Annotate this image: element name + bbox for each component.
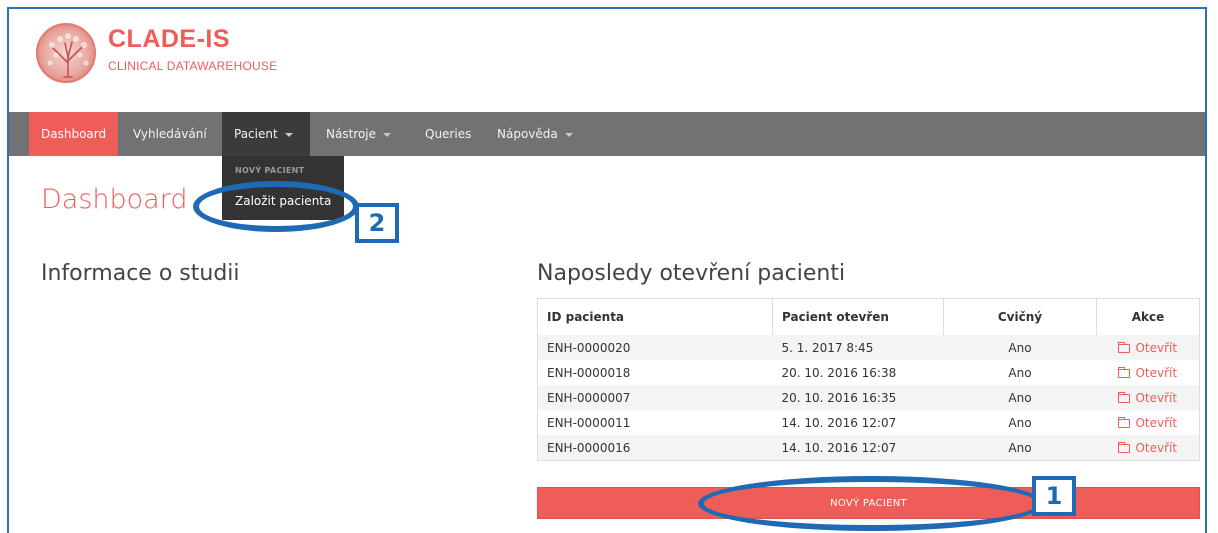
open-patient-link[interactable]: Otevřít (1118, 391, 1177, 405)
tree-logo-icon (36, 23, 96, 83)
nav-queries-label: Queries (425, 127, 472, 141)
table-header-row: ID pacienta Pacient otevřen Cvičný Akce (538, 299, 1199, 335)
open-link-label: Otevřít (1135, 440, 1178, 455)
brand-subtitle: CLINICAL DATAWAREHOUSE (108, 59, 278, 73)
patient-id-cell: ENH-0000011 (538, 410, 773, 435)
column-header: Pacient otevřen (772, 299, 944, 335)
folder-open-icon (1118, 416, 1131, 428)
brand-title: CLADE-IS (108, 25, 231, 53)
annotation-number-2: 2 (359, 207, 395, 239)
folder-open-icon (1118, 366, 1131, 378)
annotation-number-1: 1 (1036, 480, 1072, 512)
annotation-ellipse-2 (193, 181, 359, 232)
page-title: Dashboard (41, 184, 188, 215)
nav-search-label: Vyhledávání (133, 127, 207, 141)
nav-dashboard-label: Dashboard (41, 127, 107, 141)
open-patient-link[interactable]: Otevřít (1118, 416, 1177, 430)
practice-cell: Ano (943, 385, 1097, 410)
open-link-label: Otevřít (1135, 365, 1178, 380)
main-navbar: Dashboard Vyhledávání Pacient Nástroje Q… (9, 112, 1205, 156)
nav-search[interactable]: Vyhledávání (121, 112, 219, 156)
patient-id-cell: ENH-0000007 (538, 385, 773, 410)
table-row: ENH-0000016 14. 10. 2016 12:07 Ano Otevř… (538, 435, 1199, 460)
patient-id-cell: ENH-0000020 (538, 335, 773, 360)
opened-cell: 14. 10. 2016 12:07 (772, 410, 944, 435)
nav-dashboard[interactable]: Dashboard (29, 112, 119, 156)
patient-id-cell: ENH-0000018 (538, 360, 773, 385)
open-patient-link[interactable]: Otevřít (1118, 366, 1177, 380)
nav-queries[interactable]: Queries (413, 112, 483, 156)
nav-help-label: Nápověda (497, 127, 558, 141)
column-header: Cvičný (943, 299, 1097, 335)
nav-tools[interactable]: Nástroje (314, 112, 403, 156)
annotation-badge-2: 2 (355, 203, 399, 243)
patient-id-cell: ENH-0000016 (538, 435, 773, 460)
folder-open-icon (1118, 441, 1131, 453)
table-row: ENH-0000007 20. 10. 2016 16:35 Ano Otevř… (538, 385, 1199, 410)
opened-cell: 20. 10. 2016 16:38 (772, 360, 944, 385)
open-link-label: Otevřít (1135, 390, 1178, 405)
column-header: ID pacienta (538, 299, 773, 335)
practice-cell: Ano (943, 360, 1097, 385)
nav-patient[interactable]: Pacient (222, 112, 310, 156)
folder-open-icon (1118, 391, 1131, 403)
opened-cell: 5. 1. 2017 8:45 (772, 335, 944, 360)
folder-open-icon (1118, 341, 1131, 353)
practice-cell: Ano (943, 410, 1097, 435)
nav-help[interactable]: Nápověda (485, 112, 585, 156)
table-row: ENH-0000020 5. 1. 2017 8:45 Ano Otevřít (538, 335, 1199, 360)
nav-patient-label: Pacient (234, 127, 278, 141)
column-header: Akce (1096, 299, 1199, 335)
annotation-badge-1: 1 (1032, 476, 1076, 516)
opened-cell: 14. 10. 2016 12:07 (772, 435, 944, 460)
chevron-down-icon (564, 132, 573, 137)
study-info-heading: Informace o studii (41, 261, 240, 286)
annotation-ellipse-1 (698, 476, 1044, 531)
table-row: ENH-0000011 14. 10. 2016 12:07 Ano Otevř… (538, 410, 1199, 435)
chevron-down-icon (383, 132, 392, 137)
table-row: ENH-0000018 20. 10. 2016 16:38 Ano Otevř… (538, 360, 1199, 385)
open-link-label: Otevřít (1135, 340, 1178, 355)
practice-cell: Ano (943, 335, 1097, 360)
brand-logo[interactable]: CLADE-IS CLINICAL DATAWAREHOUSE (36, 23, 336, 83)
dropdown-header: NOVÝ PACIENT (235, 166, 305, 175)
recent-patients-table: ID pacienta Pacient otevřen Cvičný Akce … (537, 298, 1200, 461)
practice-cell: Ano (943, 435, 1097, 460)
nav-tools-label: Nástroje (326, 127, 377, 141)
open-link-label: Otevřít (1135, 415, 1178, 430)
chevron-down-icon (284, 132, 293, 137)
open-patient-link[interactable]: Otevřít (1118, 341, 1177, 355)
open-patient-link[interactable]: Otevřít (1118, 441, 1177, 455)
opened-cell: 20. 10. 2016 16:35 (772, 385, 944, 410)
recent-patients-heading: Naposledy otevření pacienti (537, 261, 846, 286)
